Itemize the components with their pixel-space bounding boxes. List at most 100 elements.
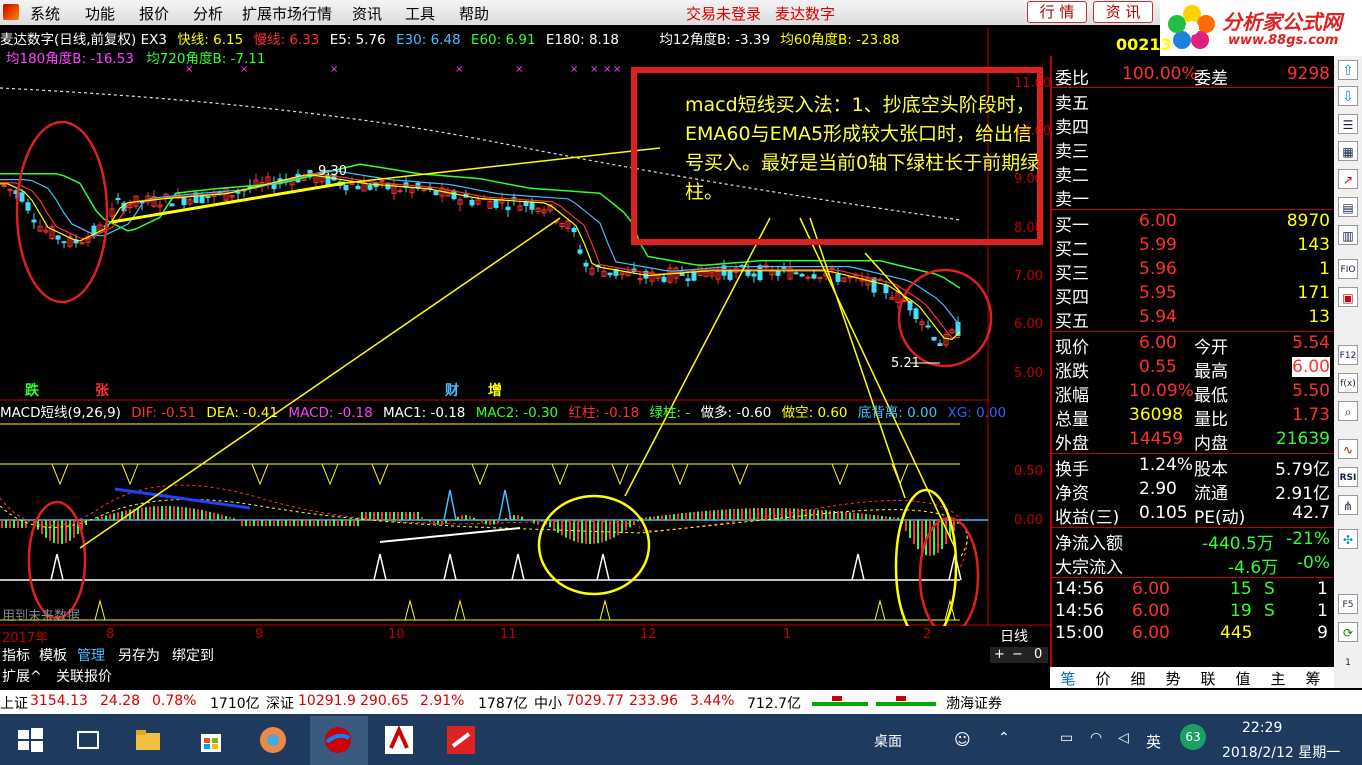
login-status[interactable]: 交易未登录	[686, 3, 761, 24]
tab-bind-to[interactable]: 绑定到	[170, 645, 216, 664]
sz-amount: 1787亿	[478, 696, 528, 712]
battery-icon[interactable]: ▭	[1060, 730, 1073, 746]
chevron-up-icon[interactable]: ⌃	[998, 730, 1010, 746]
search-icon[interactable]: ⌕	[1338, 401, 1358, 421]
macd-yellow-notch	[831, 463, 849, 486]
zoom-out-button[interactable]: −	[1012, 647, 1023, 662]
rsi-icon[interactable]: RSI	[1338, 467, 1358, 487]
table2-icon[interactable]: ▥	[1338, 225, 1358, 245]
table-icon[interactable]: ▤	[1338, 197, 1358, 217]
fio-icon[interactable]: FIO	[1338, 259, 1358, 279]
f12-icon[interactable]: F12	[1338, 345, 1358, 365]
chart-icon[interactable]: ↗	[1338, 169, 1358, 189]
tab-detail[interactable]: 细	[1120, 668, 1156, 689]
macd-bottom-spike	[599, 599, 611, 621]
signal-mark: ×	[603, 64, 611, 75]
ime-indicator[interactable]: 英	[1146, 731, 1161, 752]
tab-price[interactable]: 价	[1085, 668, 1121, 689]
period-selector[interactable]: 日线	[1000, 626, 1028, 646]
desktop-label[interactable]: 桌面	[874, 731, 902, 751]
tick-price: 6.00	[1132, 623, 1170, 643]
tab-value[interactable]: 值	[1225, 668, 1261, 689]
tab-indicator[interactable]: 指标	[0, 645, 32, 664]
wave-icon[interactable]: ∿	[1338, 439, 1358, 459]
browser-icon[interactable]	[257, 724, 289, 756]
num1-icon[interactable]: 1	[1338, 653, 1358, 673]
signal-mark: ×	[590, 64, 598, 75]
store-icon[interactable]	[195, 724, 227, 756]
tab-link[interactable]: 联	[1190, 668, 1226, 689]
date-tick: 2017年	[2, 631, 49, 646]
fxdd-icon[interactable]	[383, 724, 415, 756]
fx-icon[interactable]: f(x)	[1338, 373, 1358, 393]
tab-save-as[interactable]: 另存为	[116, 645, 162, 664]
marker-fall: 跌	[25, 383, 39, 399]
tab-related-quote[interactable]: 关联报价	[54, 666, 114, 685]
f5-icon[interactable]: F5	[1338, 594, 1358, 614]
separator	[1052, 209, 1334, 210]
stat-value: 5.79亿	[1275, 460, 1330, 480]
candle-body	[31, 219, 37, 223]
tab-chips[interactable]: 筹	[1295, 668, 1331, 689]
clock-time[interactable]: 22:29	[1242, 720, 1282, 736]
detail-tabs: 笔 价 细 势 联 值 主 筹	[1050, 667, 1334, 688]
clock-date[interactable]: 2018/2/12 星期一	[1222, 742, 1340, 762]
menu-quote[interactable]: 报价	[139, 3, 169, 24]
menu-analysis[interactable]: 分析	[193, 3, 223, 24]
sell-label: 卖四	[1055, 118, 1089, 138]
flow-value: -4.6万	[1228, 558, 1279, 578]
tab-extend[interactable]: 扩展^	[0, 666, 44, 685]
stock-app-icon[interactable]	[322, 724, 354, 756]
menu-tools[interactable]: 工具	[405, 3, 435, 24]
tick-count: 9	[1317, 623, 1328, 643]
refresh-icon[interactable]: ⟳	[1338, 622, 1358, 642]
tab-trades[interactable]: 笔	[1050, 668, 1086, 689]
quote-panel: 委比 100.00% 委差 9298 卖五 卖四 卖三 卖二 卖一 买一 6.00…	[1050, 56, 1334, 688]
grid-icon[interactable]: ▦	[1338, 141, 1358, 161]
menu-system[interactable]: 系统	[30, 3, 60, 24]
stat-label: 净资	[1055, 484, 1089, 504]
tab-main[interactable]: 主	[1260, 668, 1296, 689]
menu-extended-market[interactable]: 扩展市场行情	[242, 3, 332, 24]
tab-template[interactable]: 模板	[37, 645, 69, 664]
task-view-icon[interactable]	[72, 724, 104, 756]
tick-row: 15:00 6.00 445 9	[1052, 623, 1334, 645]
tab-trend[interactable]: 势	[1155, 668, 1191, 689]
notification-badge[interactable]: 63	[1180, 724, 1206, 750]
macd-short: 做空: 0.60	[781, 405, 848, 421]
f10-icon[interactable]: ▣	[1338, 287, 1358, 307]
tick-price: 6.00	[1132, 579, 1170, 599]
candle-body	[925, 325, 931, 328]
extension-tabs	[0, 666, 1050, 686]
menu-function[interactable]: 功能	[85, 3, 115, 24]
zx-value[interactable]: 7029.77	[566, 693, 624, 709]
right-toolbar: ⇧ ⇩ ☰ ▦ ↗ ▤ ▥ FIO ▣ F12 f(x) ⌕ ∿ RSI ⋔ ✣…	[1334, 56, 1362, 688]
settings-icon[interactable]: ✣	[1338, 529, 1358, 549]
list-icon[interactable]: ☰	[1338, 114, 1358, 134]
news-button[interactable]: 资 讯	[1093, 1, 1153, 23]
buy-row: 买五 5.94 13	[1052, 307, 1334, 332]
menu-news[interactable]: 资讯	[352, 3, 382, 24]
flow-row: 净流入额 -440.5万 -21%	[1052, 529, 1334, 554]
red-app-icon[interactable]	[445, 724, 477, 756]
network-icon[interactable]: ⋔	[1338, 495, 1358, 515]
candle-body	[55, 235, 61, 240]
sh-value[interactable]: 3154.13	[30, 693, 88, 709]
zoom-in-button[interactable]: +	[994, 647, 1005, 662]
index-ticker: 上证 3154.13 24.28 0.78% 1710亿 深证 10291.9 …	[0, 690, 1362, 714]
sz-value[interactable]: 10291.9	[298, 693, 356, 709]
quote-button[interactable]: 行 情	[1027, 1, 1087, 23]
arrow-down-icon[interactable]: ⇩	[1338, 86, 1358, 106]
flow-label: 净流入额	[1055, 534, 1123, 554]
arrow-up-icon[interactable]: ⇧	[1338, 60, 1358, 80]
sell-row: 卖四	[1052, 113, 1334, 138]
volume-icon[interactable]: ◁	[1118, 730, 1129, 746]
stat-value: 10.09%	[1129, 381, 1194, 401]
windows-start-icon[interactable]	[14, 724, 46, 756]
wifi-icon[interactable]: ◠	[1090, 730, 1102, 746]
annotation-text: macd短线买入法：1、抄底空头阶段时，EMA60与EMA5形成较大张口时，给出…	[685, 94, 1040, 203]
people-icon[interactable]: ☺	[954, 730, 971, 749]
menu-help[interactable]: 帮助	[459, 3, 489, 24]
file-explorer-icon[interactable]	[132, 724, 164, 756]
tab-manage[interactable]: 管理	[75, 645, 107, 664]
